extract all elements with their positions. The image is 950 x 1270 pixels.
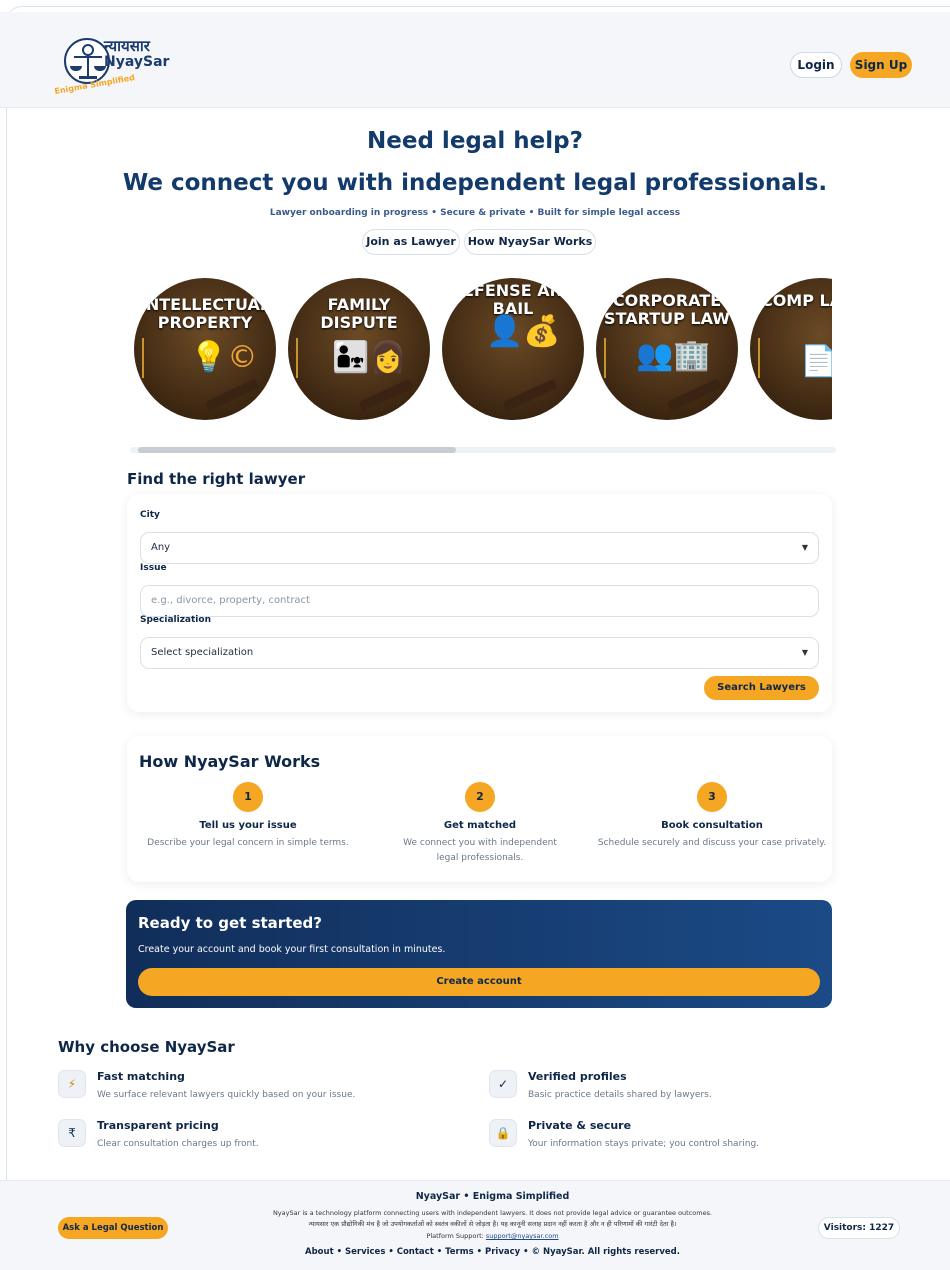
- chevron-down-icon: ▼: [801, 543, 808, 552]
- how-it-works-section: How NyaySar Works 1 Tell us your issue D…: [127, 736, 832, 882]
- footer-links[interactable]: About • Services • Contact • Terms • Pri…: [0, 1247, 950, 1257]
- category-title: FAMILY DISPUTE: [320, 295, 398, 332]
- specialization-select-value: Select specialization: [151, 647, 254, 658]
- feature-description: Your information stays private; you cont…: [528, 1139, 760, 1149]
- feature-fast-matching: ⚡ Fast matching We surface relevant lawy…: [58, 1070, 438, 1110]
- footer-support: Platform Support: support@nyaysar.com: [0, 1232, 950, 1240]
- feature-title: Private & secure: [528, 1119, 632, 1132]
- document-icon: 📄: [800, 344, 832, 379]
- carousel-scrollbar[interactable]: [130, 447, 836, 453]
- hero-subheading: We connect you with independent legal pr…: [122, 170, 828, 196]
- issue-input[interactable]: e.g., divorce, property, contract: [140, 585, 819, 617]
- site-footer: Ask a Legal Question NyaySar • Enigma Si…: [0, 1180, 950, 1270]
- money-bag-icon: 👤💰: [486, 314, 561, 349]
- lightbulb-copyright-icon: 💡©: [190, 340, 258, 375]
- category-title: COMP LAW: [760, 291, 832, 310]
- feature-transparent-pricing: ₹ Transparent pricing Clear consultation…: [58, 1119, 438, 1159]
- how-it-works-button[interactable]: How NyaySar Works: [464, 229, 596, 255]
- site-header: न्यायसार NyaySar Enigma Simplified Login…: [0, 12, 950, 108]
- issue-label: Issue: [140, 563, 167, 573]
- join-as-lawyer-button[interactable]: Join as Lawyer: [362, 229, 460, 255]
- category-carousel[interactable]: INTELLECTUAL PROPERTY 💡© FAMILY DISPUTE …: [126, 272, 832, 432]
- city-label: City: [140, 510, 160, 520]
- feature-verified-profiles: ✓ Verified profiles Basic practice detai…: [489, 1070, 869, 1110]
- category-defense-and-bail[interactable]: DEFENSE AND BAIL 👤💰: [442, 278, 584, 420]
- feature-description: Clear consultation charges up front.: [97, 1139, 259, 1149]
- step-description: Describe your legal concern in simple te…: [147, 838, 349, 848]
- why-choose-heading: Why choose NyaySar: [58, 1038, 235, 1056]
- step-title: Get matched: [443, 820, 517, 831]
- feature-title: Fast matching: [97, 1070, 185, 1083]
- feature-private-secure: 🔒 Private & secure Your information stay…: [489, 1119, 869, 1159]
- step-description: We connect you with independent legal pr…: [403, 838, 557, 863]
- lock-icon: 🔒: [489, 1119, 517, 1147]
- get-started-heading: Ready to get started?: [138, 914, 322, 932]
- visitor-counter: Visitors: 1227: [818, 1217, 900, 1239]
- footer-disclaimer-hindi: न्यायसार एक प्रौद्योगिकी मंच है जो उपयोग…: [308, 1220, 677, 1228]
- feature-title: Transparent pricing: [97, 1119, 219, 1132]
- family-icon: 👨‍👧‍👩: [332, 340, 407, 375]
- find-lawyer-heading: Find the right lawyer: [127, 470, 306, 488]
- feature-description: We surface relevant lawyers quickly base…: [97, 1090, 356, 1100]
- category-title: CORPORATE STARTUP LAW: [604, 291, 730, 328]
- business-icon: 👥🏢: [636, 338, 711, 373]
- step-1: 1 Tell us your issue Describe your legal…: [133, 782, 363, 851]
- logo[interactable]: न्यायसार NyaySar Enigma Simplified: [52, 32, 170, 96]
- category-intellectual-property[interactable]: INTELLECTUAL PROPERTY 💡©: [134, 278, 276, 420]
- feature-description: Basic practice details shared by lawyers…: [528, 1090, 712, 1100]
- support-email-link[interactable]: support@nyaysar.com: [486, 1232, 559, 1240]
- get-started-subtitle: Create your account and book your first …: [138, 944, 446, 955]
- specialization-label: Specialization: [140, 615, 211, 625]
- city-select[interactable]: Any ▼: [140, 532, 819, 564]
- step-number: 3: [697, 782, 727, 812]
- step-description: Schedule securely and discuss your case …: [597, 838, 827, 848]
- step-title: Book consultation: [661, 820, 763, 831]
- rupee-icon: ₹: [58, 1119, 86, 1147]
- category-comp-law[interactable]: COMP LAW 📄: [750, 278, 832, 420]
- specialization-select[interactable]: Select specialization ▼: [140, 637, 819, 669]
- category-corporate-startup-law[interactable]: CORPORATE STARTUP LAW 👥🏢: [596, 278, 738, 420]
- category-family-dispute[interactable]: FAMILY DISPUTE 👨‍👧‍👩: [288, 278, 430, 420]
- signup-button[interactable]: Sign Up: [850, 52, 912, 78]
- issue-input-placeholder: e.g., divorce, property, contract: [151, 595, 310, 606]
- lightning-icon: ⚡: [58, 1070, 86, 1098]
- category-title: DEFENSE AND BAIL: [449, 281, 577, 318]
- city-select-value: Any: [151, 542, 171, 553]
- get-started-banner: Ready to get started? Create your accoun…: [126, 900, 832, 1008]
- find-lawyer-form: City Any ▼ Issue e.g., divorce, property…: [127, 494, 832, 712]
- step-number: 2: [465, 782, 495, 812]
- check-icon: ✓: [489, 1070, 517, 1098]
- logo-hindi-text: न्यायसार: [104, 37, 150, 55]
- step-2: 2 Get matched We connect you with indepe…: [365, 782, 595, 866]
- how-it-works-heading: How NyaySar Works: [139, 752, 321, 771]
- create-account-button[interactable]: Create account: [138, 968, 820, 996]
- step-number: 1: [233, 782, 263, 812]
- chevron-down-icon: ▼: [801, 648, 808, 657]
- category-title: INTELLECTUAL PROPERTY: [139, 295, 271, 332]
- logo-name: NyaySar: [104, 54, 170, 70]
- footer-disclaimer-english: NyaySar is a technology platform connect…: [272, 1209, 713, 1217]
- step-title: Tell us your issue: [199, 820, 297, 831]
- search-lawyers-button[interactable]: Search Lawyers: [704, 676, 819, 700]
- scrollbar-thumb[interactable]: [138, 447, 456, 453]
- step-3: 3 Book consultation Schedule securely an…: [597, 782, 827, 851]
- login-button[interactable]: Login: [790, 52, 842, 78]
- footer-brand: NyaySar • Enigma Simplified: [415, 1191, 570, 1202]
- hero-heading: Need legal help?: [367, 128, 583, 154]
- hero-tagline: Lawyer onboarding in progress • Secure &…: [269, 208, 681, 218]
- support-label: Platform Support:: [426, 1232, 484, 1240]
- feature-title: Verified profiles: [528, 1070, 627, 1083]
